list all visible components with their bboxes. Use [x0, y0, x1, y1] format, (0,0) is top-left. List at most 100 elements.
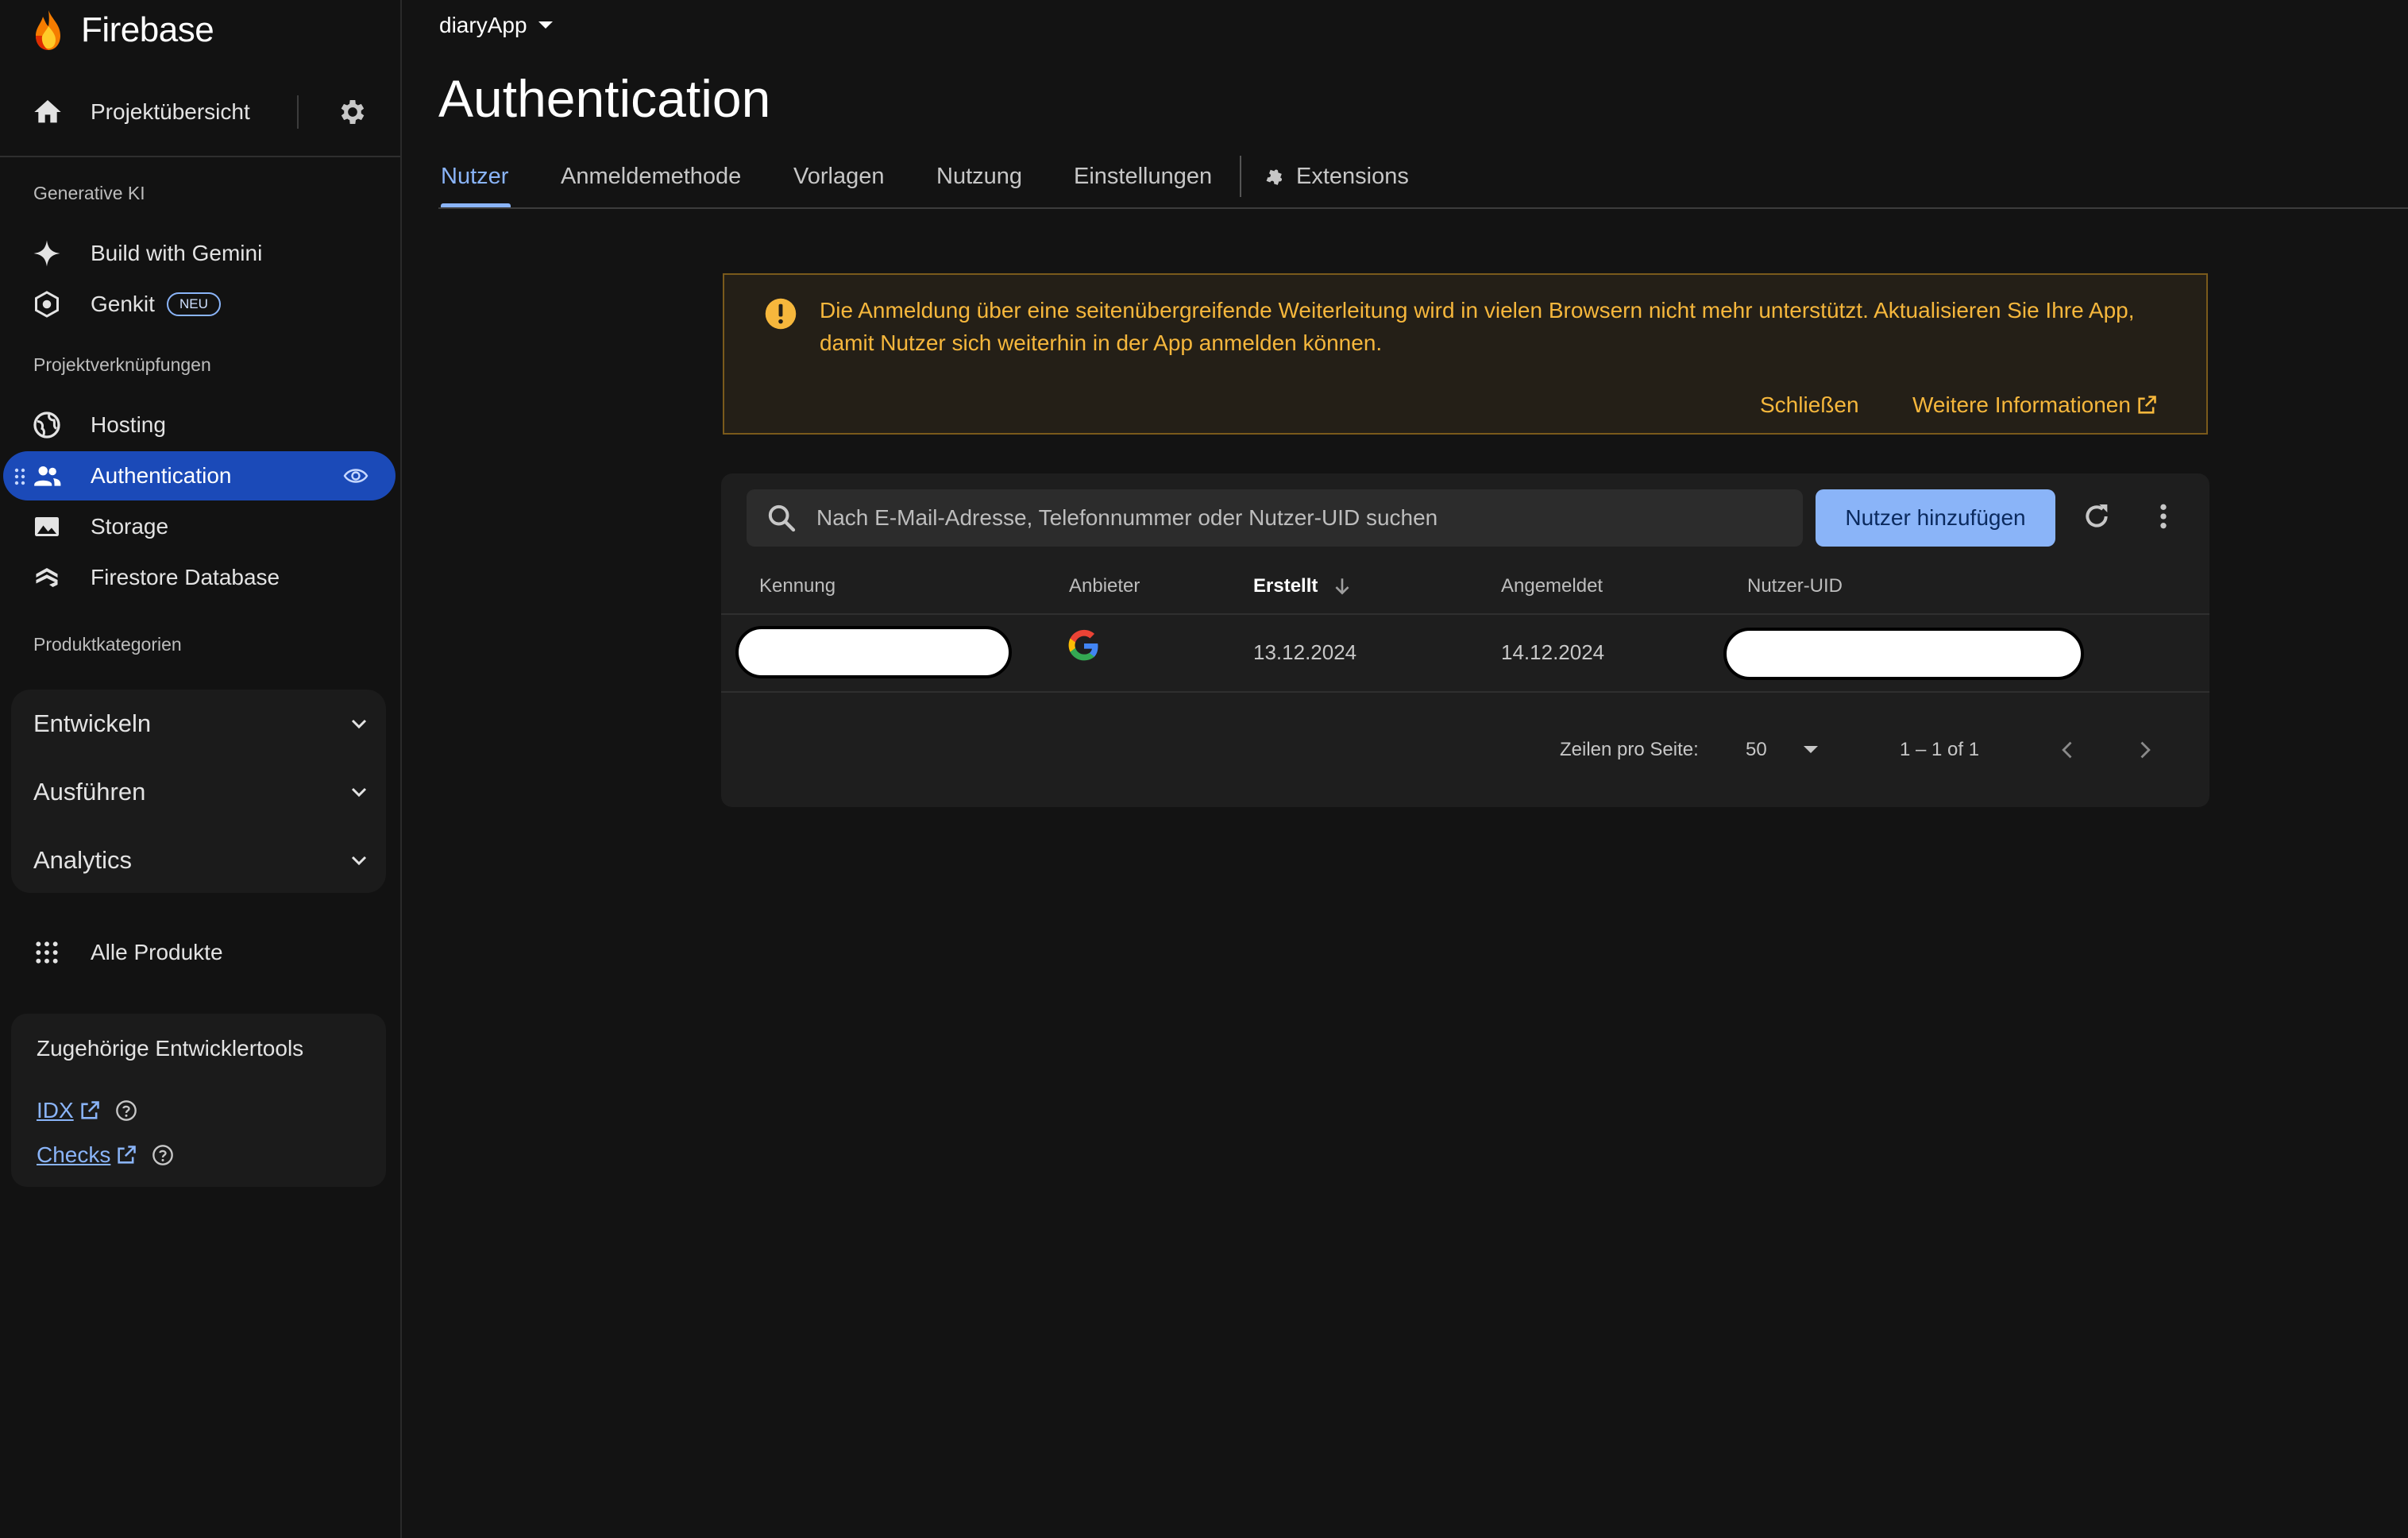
- column-header-identifier[interactable]: Kennung: [759, 575, 835, 597]
- sidebar-item-firestore-database[interactable]: Firestore Database: [0, 553, 400, 602]
- google-icon: [1068, 629, 1098, 661]
- home-icon: [34, 100, 61, 123]
- brand-name: Firebase: [81, 10, 214, 49]
- divider: [0, 156, 400, 157]
- category-label: Ausführen: [33, 778, 146, 806]
- divider: [721, 691, 2209, 693]
- signed-in-date: 14.12.2024: [1501, 640, 1605, 664]
- firebase-logo[interactable]: Firebase: [32, 6, 214, 54]
- page-title: Authentication: [438, 69, 771, 128]
- external-link-icon: [81, 1101, 99, 1119]
- sparkle-icon: [32, 238, 62, 269]
- tab-usage[interactable]: Nutzung: [936, 164, 1022, 190]
- caret-down-icon: [538, 21, 553, 29]
- arrow-down-icon: [1335, 578, 1349, 595]
- rows-per-page-select[interactable]: 50: [1746, 739, 1820, 761]
- genkit-icon: [32, 289, 62, 319]
- rows-per-page-value: 50: [1746, 739, 1767, 760]
- puzzle-icon: [1266, 168, 1283, 185]
- category-run[interactable]: Ausführen: [11, 758, 386, 826]
- checks-link[interactable]: Checks: [37, 1142, 110, 1168]
- category-develop[interactable]: Entwickeln: [11, 690, 386, 758]
- redacted-identifier: [735, 626, 1012, 678]
- tool-idx: IDX: [37, 1098, 137, 1123]
- category-analytics[interactable]: Analytics: [11, 826, 386, 895]
- sidebar-item-label: Storage: [91, 514, 169, 539]
- sidebar-item-label: Build with Gemini: [91, 241, 263, 265]
- banner-message: Die Anmeldung über eine seitenübergreife…: [820, 298, 2135, 355]
- tab-extensions-label: Extensions: [1296, 164, 1409, 189]
- developer-tools-title: Zugehörige Entwicklertools: [37, 1036, 304, 1061]
- divider: [721, 613, 2209, 615]
- sidebar-item-label: Firestore Database: [91, 565, 280, 589]
- chevron-down-icon: [351, 787, 367, 798]
- close-banner-button[interactable]: Schließen: [1760, 392, 1859, 418]
- sidebar-item-label: Authentication: [91, 463, 232, 488]
- firestore-icon: [32, 562, 62, 593]
- search-icon: [768, 504, 796, 532]
- project-overview-link[interactable]: Projektübersicht: [91, 99, 250, 125]
- tab-sign-in-method[interactable]: Anmeldemethode: [561, 164, 741, 190]
- sidebar-item-authentication[interactable]: Authentication: [3, 451, 396, 500]
- add-user-button[interactable]: Nutzer hinzufügen: [1816, 489, 2055, 547]
- sidebar-item-genkit[interactable]: Genkit NEU: [0, 280, 400, 329]
- warning-banner: Die Anmeldung über eine seitenübergreife…: [723, 273, 2208, 435]
- learn-more-label: Weitere Informationen: [1912, 392, 2131, 417]
- chevron-down-icon: [351, 719, 367, 729]
- refresh-icon[interactable]: [2081, 500, 2113, 532]
- project-overview-row: Projektübersicht: [0, 83, 400, 141]
- section-label-product-categories: Produktkategorien: [33, 634, 182, 655]
- chevron-down-icon: [351, 856, 367, 866]
- category-label: Analytics: [33, 846, 133, 874]
- users-icon: [32, 461, 62, 491]
- page-range: 1 – 1 of 1: [1900, 739, 1980, 760]
- section-label-project-links: Projektverknüpfungen: [33, 354, 211, 375]
- external-link-icon: [118, 1146, 137, 1164]
- gear-icon[interactable]: [337, 96, 369, 128]
- column-header-created-label: Erstellt: [1253, 575, 1318, 597]
- new-badge: NEU: [167, 292, 221, 316]
- tab-users[interactable]: Nutzer: [441, 164, 508, 190]
- drag-handle-icon[interactable]: [14, 467, 25, 486]
- section-label-generative-ai: Generative KI: [33, 183, 145, 203]
- tab-bar-border: [438, 207, 2408, 209]
- all-products-label: Alle Produkte: [91, 940, 223, 964]
- chevron-left-icon[interactable]: [2057, 737, 2079, 763]
- external-link-icon: [2138, 396, 2156, 414]
- learn-more-link[interactable]: Weitere Informationen: [1912, 392, 2158, 418]
- sidebar-item-hosting[interactable]: Hosting: [0, 400, 400, 450]
- help-icon[interactable]: [115, 1099, 137, 1122]
- sidebar-item-storage[interactable]: Storage: [0, 502, 400, 551]
- sidebar: Firebase Projektübersicht Generative KI …: [0, 0, 402, 1538]
- eye-icon[interactable]: [343, 466, 369, 485]
- warning-icon: [765, 298, 797, 330]
- users-table-card: Nutzer hinzufügen Kennung Anbieter Erste…: [721, 473, 2209, 807]
- more-vert-icon[interactable]: [2148, 500, 2179, 532]
- column-header-uid[interactable]: Nutzer-UID: [1747, 575, 1843, 597]
- all-products-link[interactable]: Alle Produkte: [0, 928, 400, 977]
- rows-per-page-label: Zeilen pro Seite:: [1560, 739, 1699, 760]
- redacted-uid: [1723, 628, 2084, 680]
- firebase-flame-icon: [36, 10, 60, 50]
- created-date: 13.12.2024: [1253, 640, 1357, 664]
- chevron-right-icon[interactable]: [2133, 737, 2155, 763]
- tab-templates[interactable]: Vorlagen: [793, 164, 885, 190]
- project-name: diaryApp: [439, 13, 527, 37]
- sidebar-item-label: Hosting: [91, 412, 166, 437]
- category-label: Entwickeln: [33, 709, 152, 737]
- sidebar-item-build-with-gemini[interactable]: Build with Gemini: [0, 229, 400, 278]
- tab-settings[interactable]: Einstellungen: [1074, 164, 1212, 190]
- project-selector[interactable]: diaryApp: [439, 13, 554, 38]
- tab-extensions[interactable]: Extensions: [1264, 164, 1409, 190]
- help-icon[interactable]: [152, 1144, 174, 1166]
- search-input[interactable]: [816, 489, 1785, 547]
- column-header-provider[interactable]: Anbieter: [1069, 575, 1140, 597]
- column-header-created[interactable]: Erstellt: [1253, 575, 1353, 597]
- tool-checks: Checks: [37, 1142, 174, 1168]
- apps-grid-icon: [32, 937, 62, 968]
- column-header-signed-in[interactable]: Angemeldet: [1501, 575, 1603, 597]
- developer-tools-card: Zugehörige Entwicklertools IDX Checks: [11, 1014, 386, 1187]
- product-categories: Entwickeln Ausführen Analytics: [11, 690, 386, 893]
- image-icon: [32, 512, 62, 542]
- idx-link[interactable]: IDX: [37, 1098, 74, 1123]
